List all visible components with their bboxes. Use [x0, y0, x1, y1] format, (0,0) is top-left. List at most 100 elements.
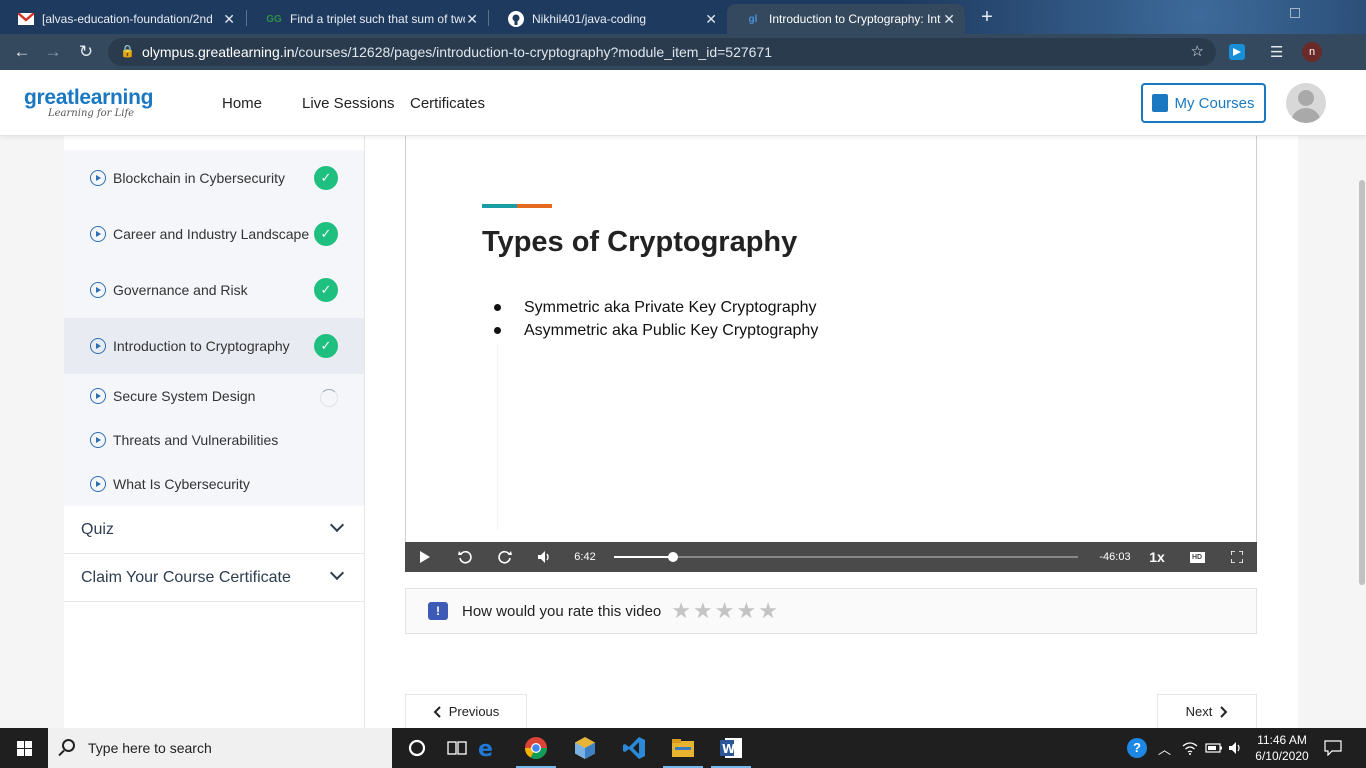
check-icon: ✓: [314, 334, 338, 358]
previous-button[interactable]: Previous: [405, 694, 527, 728]
star-icon[interactable]: ★: [693, 598, 715, 623]
word-icon[interactable]: W: [711, 736, 751, 768]
back-icon[interactable]: ←: [11, 41, 33, 63]
play-circle-icon: [90, 282, 106, 298]
lock-icon: 🔒: [120, 44, 135, 58]
star-icon[interactable]: ★: [715, 598, 737, 623]
cortana-icon[interactable]: [405, 736, 429, 760]
browser-tab-3[interactable]: Nikhil401/java-coding ✕: [490, 4, 727, 34]
start-button[interactable]: [0, 728, 48, 768]
show-hidden-icons[interactable]: ︿: [1158, 728, 1171, 768]
progress-knob[interactable]: [667, 552, 678, 562]
star-icon[interactable]: ★: [736, 598, 758, 623]
sidebar-item-career[interactable]: Career and Industry Landscape ✓: [64, 206, 364, 262]
reload-icon[interactable]: ↻: [75, 41, 97, 63]
star-rating[interactable]: ★★★★★: [671, 598, 780, 624]
extension-icon[interactable]: [1228, 43, 1246, 61]
volume-tray-icon[interactable]: [1228, 728, 1244, 768]
close-tab-icon[interactable]: ✕: [705, 11, 717, 28]
nav-home[interactable]: Home: [222, 95, 262, 112]
user-avatar[interactable]: [1286, 83, 1326, 123]
playback-speed[interactable]: 1x: [1145, 542, 1169, 572]
close-tab-icon[interactable]: ✕: [943, 11, 955, 28]
sidebar-item-label: Secure System Design: [113, 388, 256, 404]
play-circle-icon: [90, 226, 106, 242]
new-tab-button[interactable]: +: [976, 6, 998, 28]
feedback-icon: !: [428, 602, 448, 620]
forward-icon[interactable]: →: [42, 41, 64, 63]
profile-avatar[interactable]: n: [1302, 42, 1322, 62]
video-rating-panel: ! How would you rate this video ★★★★★: [405, 588, 1257, 634]
greatlearning-logo[interactable]: greatlearning Learning for Life: [24, 86, 153, 119]
sidebar-item-label: Blockchain in Cybersecurity: [113, 170, 285, 186]
video-player[interactable]: [405, 136, 1257, 572]
sidebar-item-cryptography[interactable]: Introduction to Cryptography ✓: [64, 318, 364, 374]
tab-title: Nikhil401/java-coding: [532, 12, 647, 26]
chevron-down-icon: [329, 565, 345, 581]
help-icon[interactable]: ?: [1127, 728, 1147, 768]
battery-icon[interactable]: [1205, 728, 1223, 768]
edge-icon[interactable]: e: [475, 736, 499, 762]
volume-icon[interactable]: [535, 542, 555, 572]
chevron-left-icon: [433, 705, 441, 718]
chrome-icon[interactable]: [516, 736, 556, 768]
notification-icon[interactable]: [1324, 728, 1342, 768]
task-view-icon[interactable]: [445, 736, 469, 760]
system-clock[interactable]: 11:46 AM 6/10/2020: [1252, 732, 1312, 764]
tab-separator: [246, 10, 247, 26]
browser-toolbar: ← → ↻ 🔒 olympus.greatlearning.in /course…: [0, 34, 1366, 70]
star-icon[interactable]: ★: [758, 598, 780, 623]
section-claim-certificate[interactable]: Claim Your Course Certificate: [64, 554, 364, 602]
browser-tab-1[interactable]: [alvas-education-foundation/2nd ✕: [0, 4, 245, 34]
taskbar-search-box[interactable]: Type here to search: [48, 728, 392, 768]
sidebar-item-what-is-cybersecurity[interactable]: What Is Cybersecurity: [64, 462, 364, 506]
video-progress-bar[interactable]: [614, 552, 1078, 562]
fullscreen-icon[interactable]: [1227, 542, 1247, 572]
site-header: greatlearning Learning for Life Home Liv…: [0, 70, 1366, 136]
greatlearning-icon: gl: [748, 13, 758, 25]
media-queue-icon[interactable]: ☰: [1270, 43, 1288, 61]
forward-skip-icon[interactable]: [495, 542, 515, 572]
tab-title: [alvas-education-foundation/2nd: [42, 12, 213, 26]
slide-divider: [497, 345, 499, 530]
cube-app-icon[interactable]: [573, 736, 597, 760]
book-icon: [1152, 94, 1169, 112]
wifi-icon[interactable]: [1182, 728, 1198, 768]
browser-tab-active[interactable]: gl Introduction to Cryptography: Int ✕: [727, 4, 965, 34]
progress-fill: [614, 556, 673, 558]
sidebar-item-label: Introduction to Cryptography: [113, 338, 290, 354]
sidebar-item-threats[interactable]: Threats and Vulnerabilities: [64, 418, 364, 462]
maximize-icon[interactable]: [1290, 8, 1300, 18]
rewind-icon[interactable]: [455, 542, 475, 572]
check-icon: ✓: [314, 222, 338, 246]
close-tab-icon[interactable]: ✕: [223, 11, 235, 28]
my-courses-button[interactable]: My Courses: [1141, 83, 1266, 123]
address-bar[interactable]: 🔒 olympus.greatlearning.in /courses/1262…: [108, 38, 1216, 66]
rating-prompt: How would you rate this video: [462, 602, 662, 620]
sidebar-item-blockchain[interactable]: Blockchain in Cybersecurity ✓: [64, 150, 364, 206]
tab-title: Find a triplet such that sum of two: [290, 12, 465, 26]
vscode-icon[interactable]: [622, 736, 646, 760]
browser-tab-strip: [alvas-education-foundation/2nd ✕ GG Fin…: [0, 0, 1366, 34]
next-button[interactable]: Next: [1157, 694, 1257, 728]
sidebar-item-secure-system[interactable]: Secure System Design: [64, 374, 364, 418]
bookmark-star-icon[interactable]: ☆: [1191, 42, 1204, 60]
file-explorer-icon[interactable]: [663, 736, 703, 768]
sidebar-item-label: What Is Cybersecurity: [113, 476, 250, 492]
star-icon[interactable]: ★: [671, 598, 693, 623]
next-label: Next: [1185, 704, 1213, 719]
play-icon[interactable]: [415, 542, 435, 572]
close-tab-icon[interactable]: ✕: [466, 11, 478, 28]
nav-live-sessions[interactable]: Live Sessions: [302, 95, 395, 112]
hd-icon[interactable]: HD: [1187, 542, 1207, 572]
section-quiz[interactable]: Quiz: [64, 506, 364, 554]
play-circle-icon: [90, 432, 106, 448]
nav-certificates[interactable]: Certificates: [410, 95, 485, 112]
play-circle-icon: [90, 170, 106, 186]
sidebar-item-governance[interactable]: Governance and Risk ✓: [64, 262, 364, 318]
browser-tab-2[interactable]: GG Find a triplet such that sum of two ✕: [248, 4, 488, 34]
clock-date: 6/10/2020: [1255, 749, 1309, 763]
windows-logo-icon: [16, 740, 32, 756]
page-scrollbar[interactable]: [1359, 180, 1365, 585]
gfg-icon: GG: [266, 13, 282, 25]
